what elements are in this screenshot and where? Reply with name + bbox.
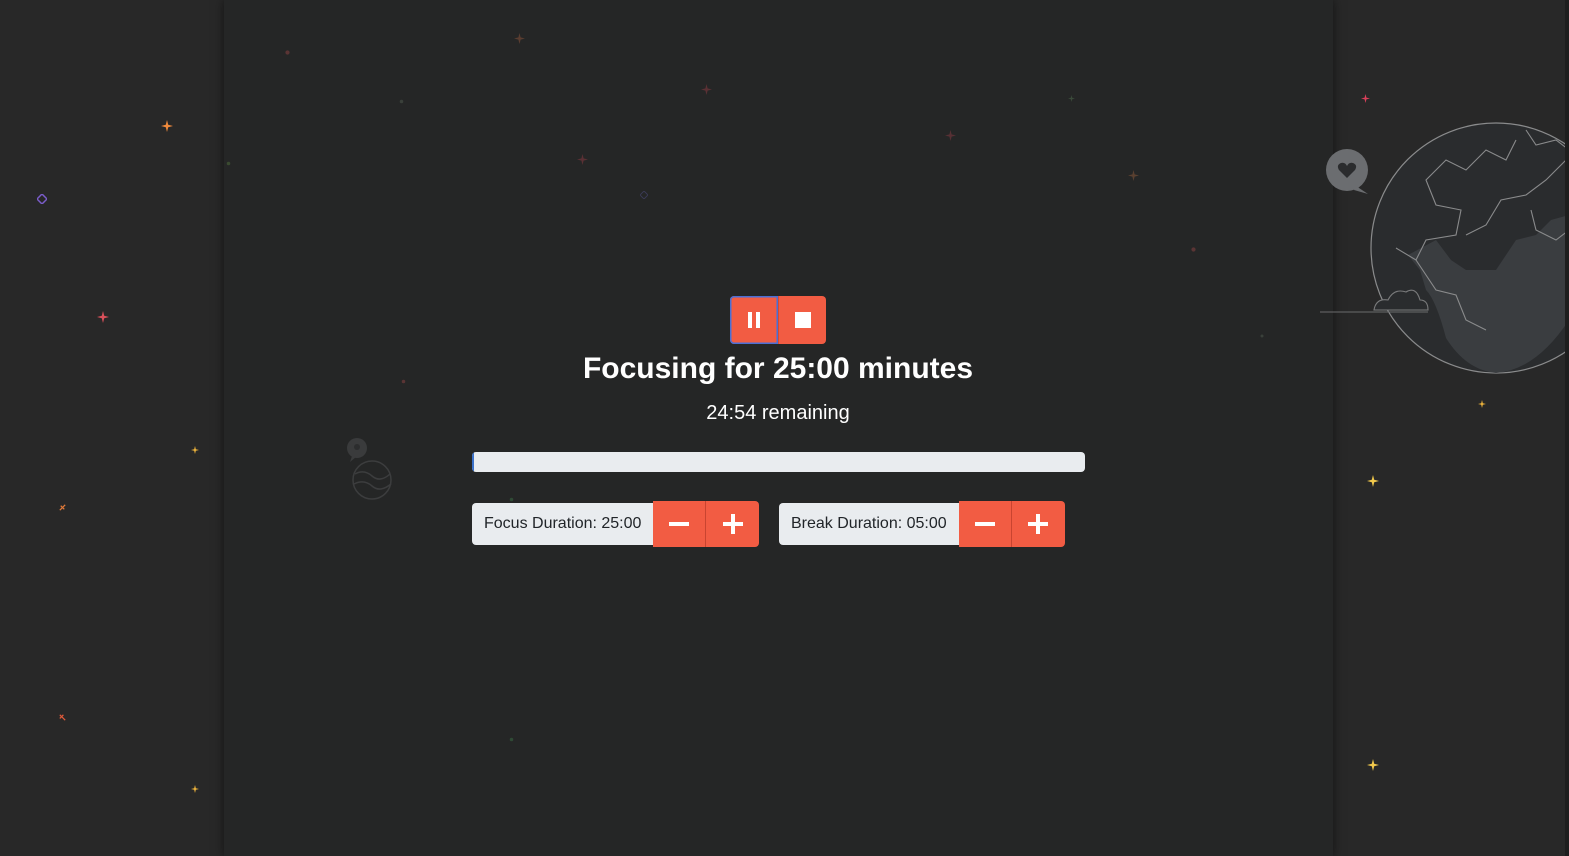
progress-bar (472, 452, 1085, 472)
star-icon (226, 161, 231, 166)
star-icon (191, 446, 199, 454)
focus-duration-group: Focus Duration: 25:00 (472, 501, 760, 547)
star-icon (945, 130, 956, 141)
progress-fill (472, 452, 475, 472)
globe-illustration (1320, 122, 1569, 374)
minus-icon (974, 522, 995, 526)
time-remaining: 24:54 remaining (706, 402, 850, 424)
star-icon (640, 191, 648, 199)
star-icon (191, 785, 199, 793)
star-icon (701, 84, 712, 95)
star-icon (577, 154, 588, 165)
stop-button[interactable] (778, 296, 826, 344)
star-icon (1367, 759, 1379, 771)
star-icon (37, 194, 47, 204)
star-icon (285, 50, 290, 55)
star-icon (1260, 334, 1264, 338)
focus-increase-button[interactable] (706, 501, 760, 547)
plus-icon (1028, 514, 1049, 534)
main-panel (224, 0, 1333, 856)
planet-icon (347, 438, 392, 500)
focus-duration-label: Focus Duration: 25:00 (472, 503, 654, 545)
star-icon (1068, 95, 1075, 102)
plus-icon (722, 514, 743, 534)
break-duration-label: Break Duration: 05:00 (779, 503, 959, 545)
star-icon (59, 504, 66, 511)
star-icon (161, 120, 173, 132)
break-decrease-button[interactable] (958, 501, 1012, 547)
right-edge (1565, 0, 1569, 856)
pause-button[interactable] (730, 296, 778, 344)
minus-icon (669, 522, 690, 526)
star-icon (509, 737, 514, 742)
star-icon (399, 99, 404, 104)
focus-decrease-button[interactable] (653, 501, 707, 547)
star-icon (1128, 170, 1139, 181)
page-background: Focusing for 25:00 minutes 24:54 remaini… (0, 0, 1569, 856)
stop-icon (794, 312, 811, 328)
star-icon (97, 311, 109, 323)
timer-title: Focusing for 25:00 minutes (582, 352, 974, 385)
star-icon (1361, 94, 1370, 103)
timer-controls (730, 296, 826, 344)
star-icon (1367, 475, 1379, 487)
pause-icon (748, 312, 760, 328)
star-icon (514, 33, 525, 44)
break-duration-group: Break Duration: 05:00 (779, 501, 1065, 547)
star-icon (59, 714, 66, 721)
break-increase-button[interactable] (1011, 501, 1065, 547)
star-icon (1191, 247, 1196, 252)
